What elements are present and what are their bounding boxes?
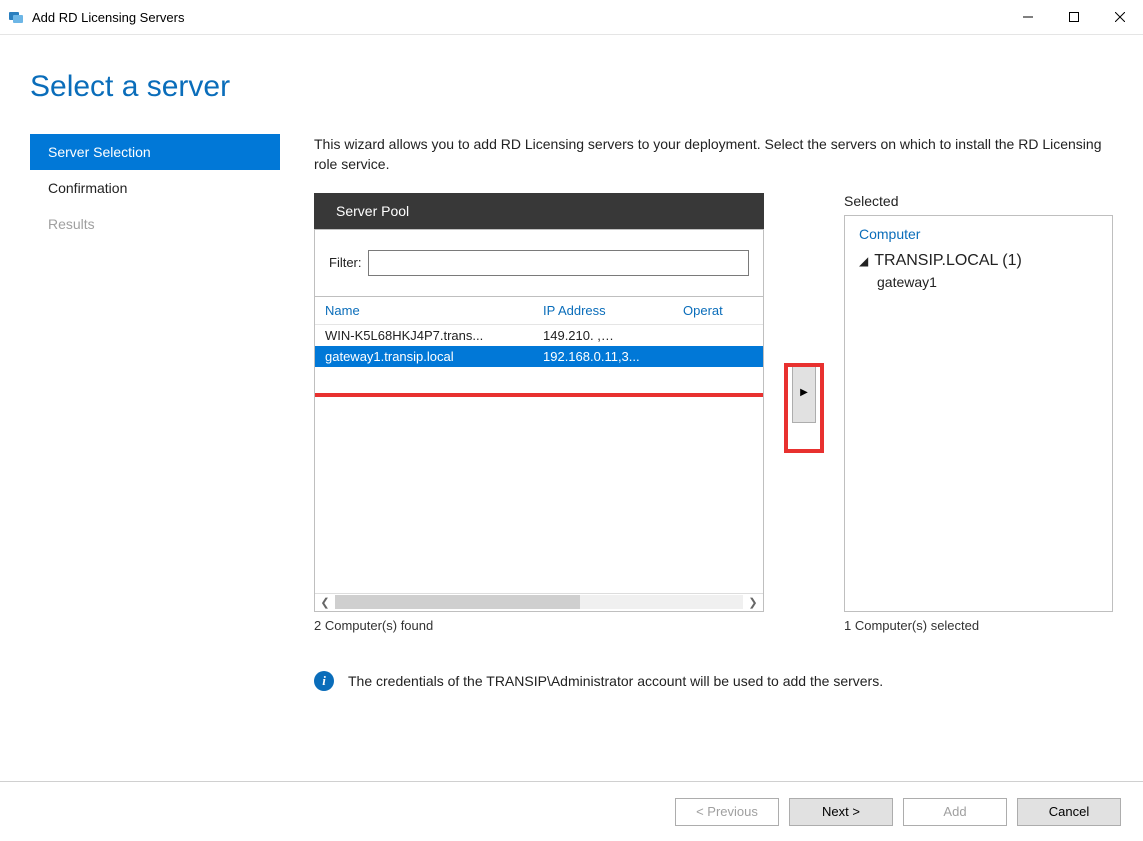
scroll-left-icon[interactable]: ❮ <box>317 596 333 609</box>
nav-item-confirmation[interactable]: Confirmation <box>30 170 280 206</box>
window-title: Add RD Licensing Servers <box>32 10 184 25</box>
pool-found-text: 2 Computer(s) found <box>314 618 764 633</box>
nav-item-label: Results <box>48 216 95 232</box>
cancel-button[interactable]: Cancel <box>1017 798 1121 826</box>
selected-title: Selected <box>844 193 1113 209</box>
window-controls <box>1005 0 1143 34</box>
nav-item-label: Confirmation <box>48 180 127 196</box>
close-button[interactable] <box>1097 0 1143 34</box>
selected-group[interactable]: ◢ TRANSIP.LOCAL (1) <box>859 252 1098 270</box>
chevron-right-icon: ▶ <box>800 387 808 398</box>
previous-button: < Previous <box>675 798 779 826</box>
scroll-track[interactable] <box>335 595 743 609</box>
next-button[interactable]: Next > <box>789 798 893 826</box>
server-pool-tab[interactable]: Server Pool <box>314 193 764 229</box>
table-row[interactable]: WIN-K5L68HKJ4P7.trans... 149.210. ,… <box>315 325 763 346</box>
cell-name: gateway1.transip.local <box>325 349 543 364</box>
filter-label: Filter: <box>329 255 362 270</box>
col-header-os[interactable]: Operat <box>683 303 753 318</box>
table-row[interactable]: gateway1.transip.local 192.168.0.11,3... <box>315 346 763 367</box>
pool-rows: WIN-K5L68HKJ4P7.trans... 149.210. ,… gat… <box>315 325 763 593</box>
scroll-right-icon[interactable]: ❯ <box>745 596 761 609</box>
page-title: Select a server <box>30 70 1113 104</box>
server-pool-panel: Filter: Name IP Address Operat WIN-K5L68… <box>314 229 764 612</box>
add-button: Add <box>903 798 1007 826</box>
selected-header[interactable]: Computer <box>859 226 1098 242</box>
info-row: i The credentials of the TRANSIP\Adminis… <box>314 671 1113 691</box>
app-icon <box>8 9 24 25</box>
info-text: The credentials of the TRANSIP\Administr… <box>348 673 883 689</box>
nav-item-results: Results <box>30 206 280 242</box>
cell-ip: 149.210. ,… <box>543 328 683 343</box>
pool-column-headers: Name IP Address Operat <box>315 297 763 325</box>
col-header-name[interactable]: Name <box>325 303 543 318</box>
intro-text: This wizard allows you to add RD Licensi… <box>314 134 1113 175</box>
cell-name: WIN-K5L68HKJ4P7.trans... <box>325 328 543 343</box>
filter-input[interactable] <box>368 250 750 276</box>
info-icon: i <box>314 671 334 691</box>
cell-ip: 192.168.0.11,3... <box>543 349 683 364</box>
move-right-button[interactable]: ▶ <box>792 363 816 423</box>
selected-group-label: TRANSIP.LOCAL (1) <box>874 252 1022 270</box>
selected-item[interactable]: gateway1 <box>859 274 1098 290</box>
nav-item-label: Server Selection <box>48 144 151 160</box>
nav-item-server-selection[interactable]: Server Selection <box>30 134 280 170</box>
tree-collapse-icon[interactable]: ◢ <box>859 254 868 268</box>
wizard-footer: < Previous Next > Add Cancel <box>0 781 1143 841</box>
titlebar: Add RD Licensing Servers <box>0 0 1143 35</box>
selected-item-label: gateway1 <box>877 274 937 290</box>
selected-panel: Computer ◢ TRANSIP.LOCAL (1) gateway1 <box>844 215 1113 612</box>
minimize-button[interactable] <box>1005 0 1051 34</box>
wizard-nav: Server Selection Confirmation Results <box>30 134 280 691</box>
selected-count-text: 1 Computer(s) selected <box>844 618 1113 633</box>
horizontal-scrollbar[interactable]: ❮ ❯ <box>315 593 763 611</box>
col-header-ip[interactable]: IP Address <box>543 303 683 318</box>
maximize-button[interactable] <box>1051 0 1097 34</box>
